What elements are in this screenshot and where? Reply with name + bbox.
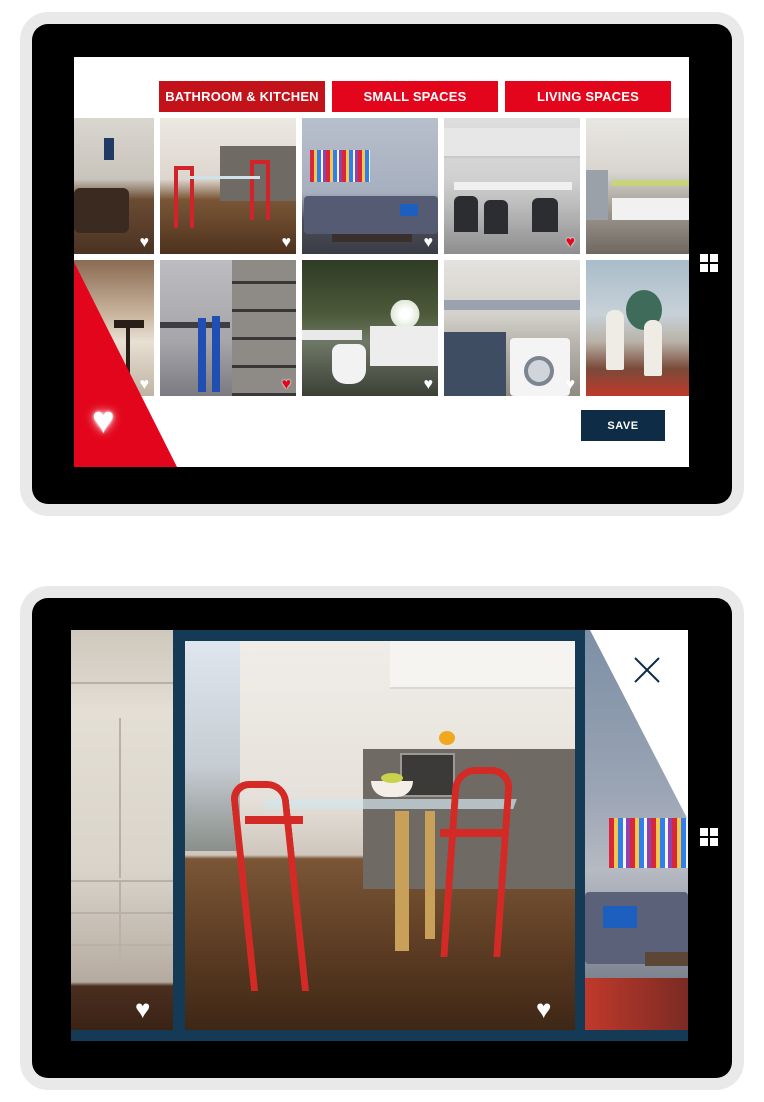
tab-small-spaces[interactable]: SMALL SPACES bbox=[332, 81, 498, 112]
windows-logo-icon[interactable] bbox=[700, 828, 718, 846]
favorite-heart-icon[interactable]: ♥ bbox=[424, 235, 434, 251]
favorited-heart-icon[interactable]: ♥ bbox=[282, 377, 292, 393]
close-icon[interactable] bbox=[634, 657, 660, 683]
kitchen-dining-tile[interactable]: ♥ bbox=[160, 118, 296, 254]
bathroom-tile[interactable]: ♥ bbox=[302, 260, 438, 396]
current-image-panel bbox=[185, 641, 575, 1030]
kitchen-island-tile[interactable]: ♥ bbox=[444, 118, 580, 254]
tab-bathroom-kitchen[interactable]: BATHROOM & KITCHEN bbox=[159, 81, 325, 112]
tab-living-spaces[interactable]: LIVING SPACES bbox=[505, 81, 671, 112]
windows-logo-icon[interactable] bbox=[700, 254, 718, 272]
previous-image-panel[interactable] bbox=[71, 630, 173, 1030]
sofa-art-tile[interactable]: ♥ bbox=[302, 118, 438, 254]
favorite-heart-icon[interactable]: ♥ bbox=[282, 235, 292, 251]
favorite-heart-icon[interactable]: ♥ bbox=[424, 377, 434, 393]
image-viewer-screen: ♥ ♥ bbox=[71, 630, 688, 1041]
favorite-heart-icon[interactable]: ♥ bbox=[135, 996, 150, 1022]
laundry-tile[interactable]: ♥ bbox=[444, 260, 580, 396]
favorite-heart-icon[interactable]: ♥ bbox=[140, 377, 150, 393]
favorite-heart-icon[interactable]: ♥ bbox=[536, 996, 551, 1022]
category-tabs: BATHROOM & KITCHEN SMALL SPACES LIVING S… bbox=[159, 81, 671, 112]
living-room-tile[interactable]: ♥ bbox=[74, 118, 154, 254]
favorite-heart-icon[interactable]: ♥ bbox=[140, 235, 150, 251]
favorite-heart-icon[interactable]: ♥ bbox=[566, 377, 576, 393]
gallery-screen: BATHROOM & KITCHEN SMALL SPACES LIVING S… bbox=[74, 57, 689, 467]
study-desk-tile[interactable]: ♥ bbox=[160, 260, 296, 396]
modern-kitchen-tile[interactable] bbox=[586, 118, 689, 254]
save-button[interactable]: SAVE bbox=[581, 410, 665, 441]
favorites-heart-icon[interactable]: ♥ bbox=[92, 402, 115, 440]
favorited-heart-icon[interactable]: ♥ bbox=[566, 235, 576, 251]
dining-room-tile[interactable] bbox=[586, 260, 689, 396]
